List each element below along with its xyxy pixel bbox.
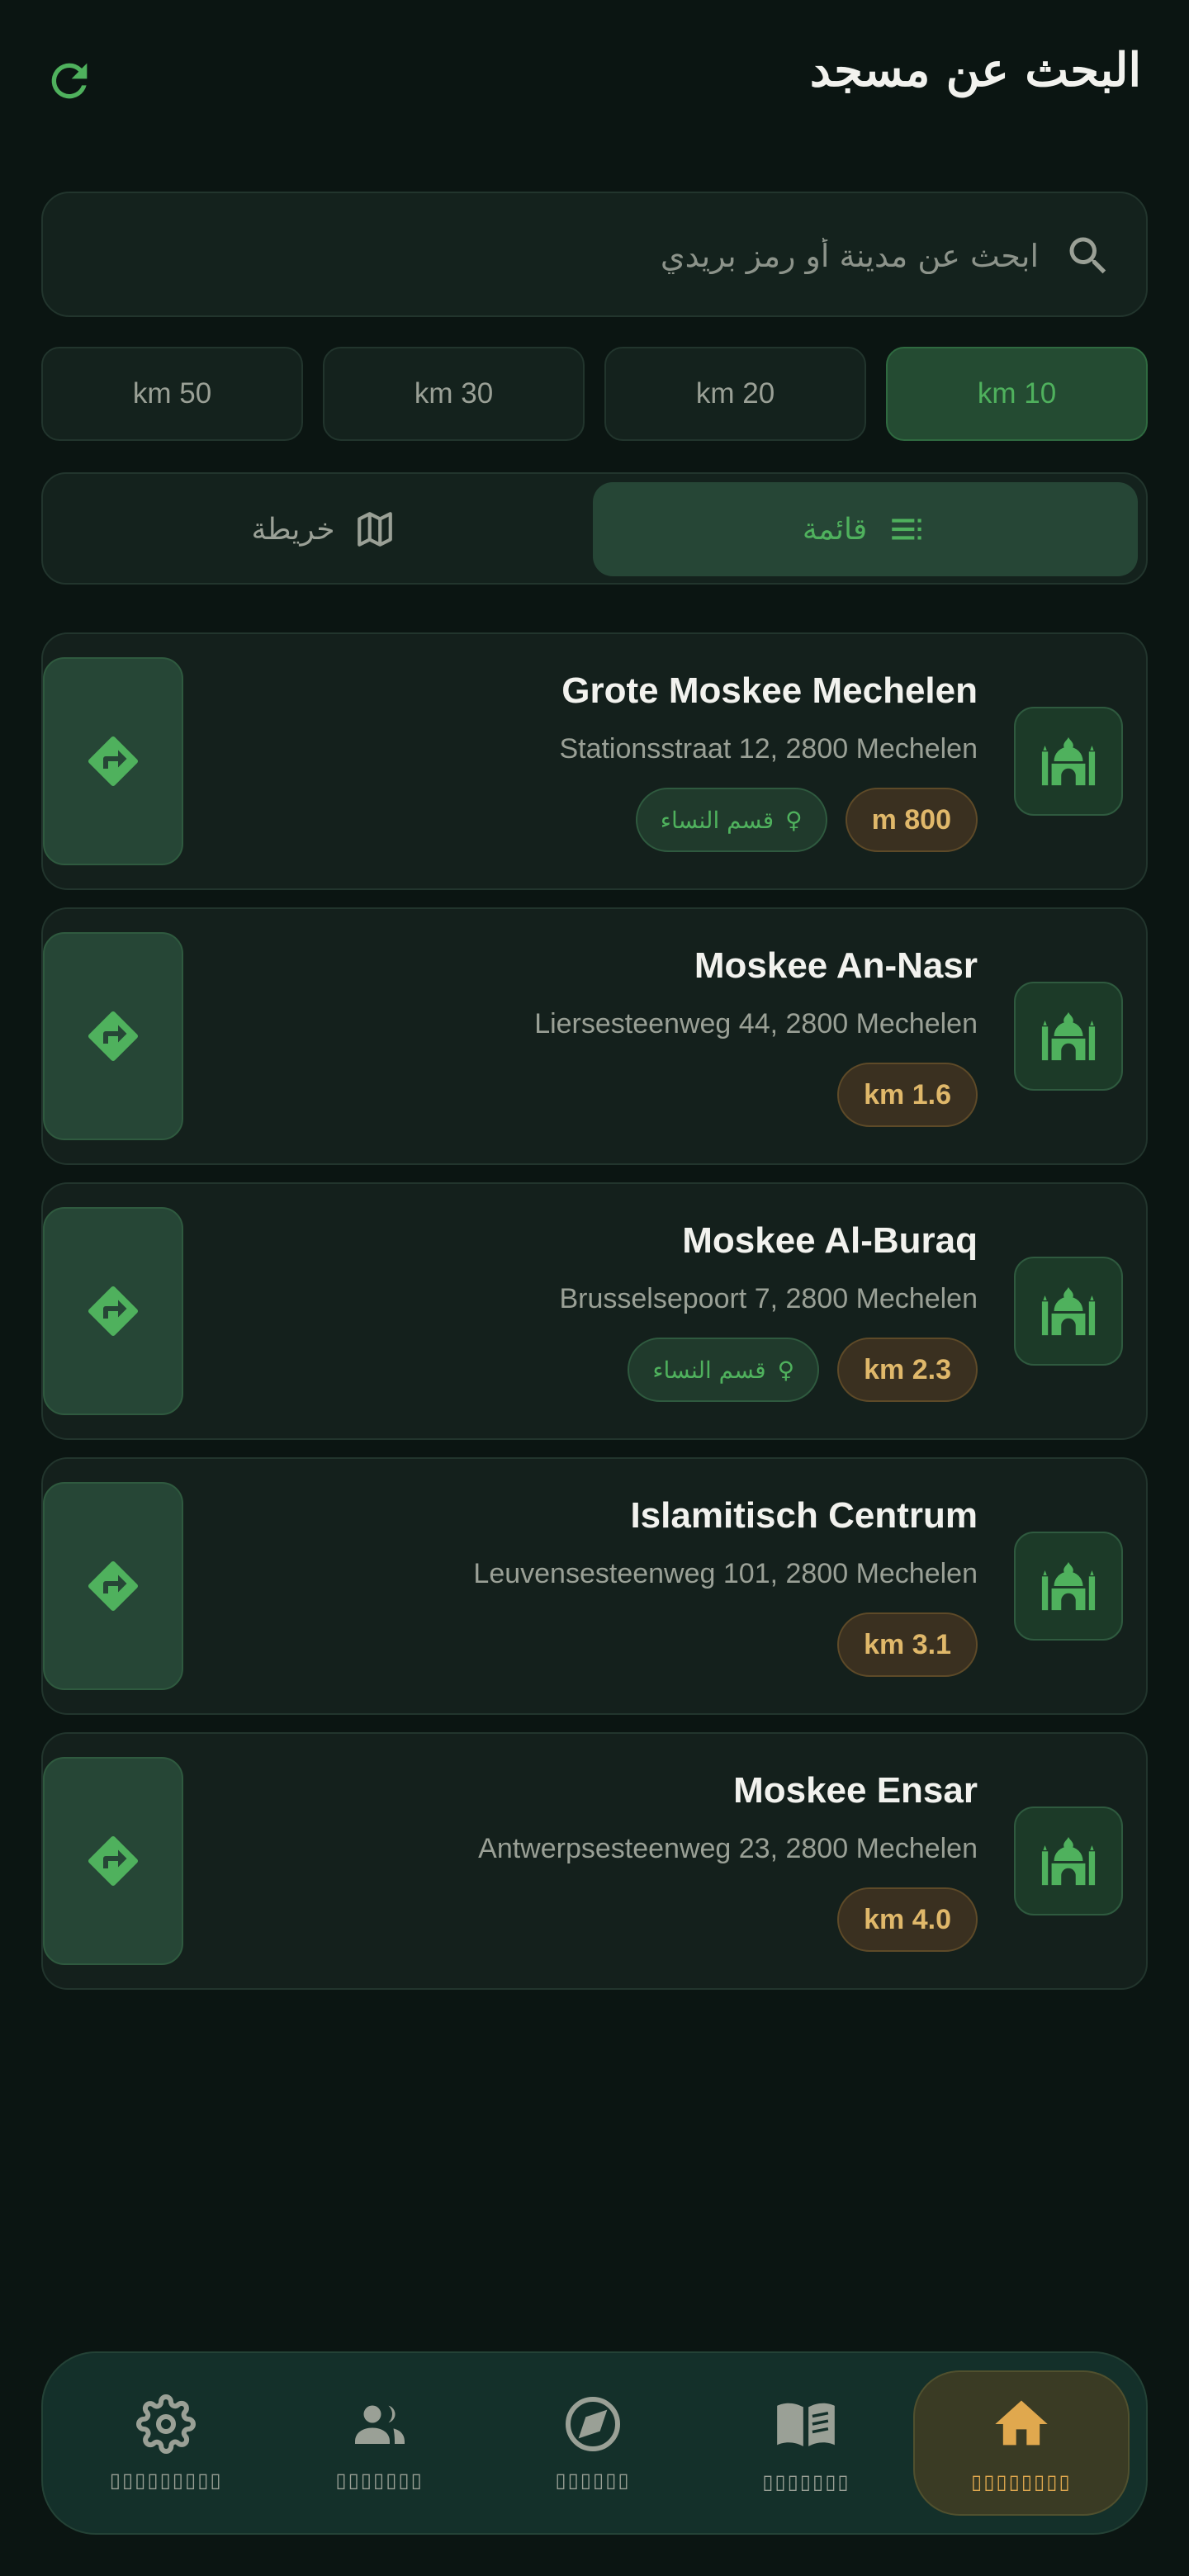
mosque-name: Moskee An-Nasr (694, 945, 978, 986)
mosque-address: Stationsstraat 12, 2800 Mechelen (559, 733, 978, 765)
nav-qibla[interactable]: ▯▯▯▯▯▯ (486, 2370, 699, 2516)
radius-filter: km 50 km 30 km 20 km 10 (41, 347, 1148, 441)
mosque-badges: قسم النساء ♀ m 800 (635, 788, 978, 852)
list-view-button[interactable]: قائمة (593, 482, 1138, 576)
directions-icon (88, 1011, 139, 1062)
people-icon (354, 2405, 405, 2444)
nav-home[interactable]: ▯▯▯▯▯▯▯▯ (912, 2370, 1130, 2516)
page-title: البحث عن مسجد (809, 43, 1141, 97)
mosque-address: Antwerpsesteenweg 23, 2800 Mechelen (478, 1833, 978, 1864)
women-section-badge: قسم النساء ♀ (635, 788, 827, 852)
map-view-button[interactable]: خريطة (51, 482, 596, 576)
directions-button[interactable] (43, 1207, 183, 1415)
directions-button[interactable] (43, 1757, 183, 1965)
distance-badge: km 4.0 (837, 1887, 978, 1952)
mosque-name: Islamitisch Centrum (630, 1495, 978, 1536)
nav-settings[interactable]: ▯▯▯▯▯▯▯▯▯ (59, 2370, 272, 2516)
mosque-card[interactable]: Moskee An-Nasr Liersesteenweg 44, 2800 M… (41, 907, 1148, 1165)
home-icon (995, 2400, 1048, 2446)
radius-30km-button[interactable]: km 30 (323, 347, 585, 441)
refresh-icon (51, 63, 88, 99)
mosque-icon-box (1014, 1257, 1123, 1366)
mosque-name: Grote Moskee Mechelen (561, 670, 978, 711)
directions-button[interactable] (43, 1482, 183, 1690)
women-section-label: قسم النساء (660, 806, 775, 834)
distance-badge: km 1.6 (837, 1063, 978, 1127)
nav-home-label: ▯▯▯▯▯▯▯▯ (971, 2470, 1072, 2493)
radius-50km-button[interactable]: km 50 (41, 347, 303, 441)
directions-button[interactable] (43, 657, 183, 865)
female-icon: ♀ (785, 806, 803, 834)
distance-badge: m 800 (845, 788, 978, 852)
search-icon[interactable] (1063, 231, 1113, 281)
mosque-icon (1041, 1011, 1096, 1061)
gear-icon (136, 2394, 197, 2454)
mosque-icon (1041, 1561, 1096, 1611)
mosque-badges: قسم النساء ♀ km 2.3 (628, 1338, 978, 1402)
mosque-badges: km 3.1 (837, 1612, 978, 1677)
mosque-icon-box (1014, 1807, 1123, 1915)
map-icon (358, 512, 393, 547)
mosque-card[interactable]: Islamitisch Centrum Leuvensesteenweg 101… (41, 1457, 1148, 1715)
distance-badge: km 3.1 (837, 1612, 978, 1677)
nav-community-label: ▯▯▯▯▯▯▯ (335, 2469, 424, 2492)
distance-badge: km 2.3 (837, 1338, 978, 1402)
directions-icon (88, 736, 139, 787)
mosque-name: Moskee Al-Buraq (682, 1220, 978, 1261)
directions-icon (88, 1560, 139, 1612)
mosque-card[interactable]: Moskee Al-Buraq Brusselsepoort 7, 2800 M… (41, 1182, 1148, 1440)
nav-qibla-label: ▯▯▯▯▯▯ (555, 2469, 631, 2492)
mosque-icon-box (1014, 707, 1123, 816)
nav-quran-label: ▯▯▯▯▯▯▯ (762, 2470, 850, 2493)
book-icon (777, 2403, 836, 2446)
directions-icon (88, 1835, 139, 1887)
mosque-name: Moskee Ensar (733, 1770, 978, 1811)
nav-quran[interactable]: ▯▯▯▯▯▯▯ (699, 2370, 912, 2516)
compass-icon (566, 2397, 621, 2451)
mosque-icon (1041, 736, 1096, 786)
female-icon: ♀ (777, 1356, 795, 1384)
mosque-card[interactable]: Moskee Ensar Antwerpsesteenweg 23, 2800 … (41, 1732, 1148, 1990)
list-view-label: قائمة (802, 512, 868, 547)
search-box (41, 192, 1148, 317)
mosque-icon (1041, 1836, 1096, 1886)
map-view-label: خريطة (251, 512, 335, 547)
mosque-list: Grote Moskee Mechelen Stationsstraat 12,… (41, 632, 1148, 2007)
radius-20km-button[interactable]: km 20 (604, 347, 866, 441)
header: البحث عن مسجد (0, 0, 1189, 157)
view-toggle: خريطة قائمة (41, 472, 1148, 585)
nav-settings-label: ▯▯▯▯▯▯▯▯▯ (109, 2469, 223, 2492)
women-section-badge: قسم النساء ♀ (628, 1338, 820, 1402)
radius-10km-button[interactable]: km 10 (886, 347, 1148, 441)
list-icon (892, 519, 921, 540)
mosque-icon-box (1014, 982, 1123, 1091)
mosque-address: Brusselsepoort 7, 2800 Mechelen (559, 1283, 978, 1314)
nav-community[interactable]: ▯▯▯▯▯▯▯ (272, 2370, 486, 2516)
mosque-card[interactable]: Grote Moskee Mechelen Stationsstraat 12,… (41, 632, 1148, 890)
mosque-icon (1041, 1286, 1096, 1336)
mosque-address: Liersesteenweg 44, 2800 Mechelen (534, 1008, 978, 1039)
mosque-icon-box (1014, 1532, 1123, 1641)
women-section-label: قسم النساء (652, 1356, 766, 1384)
refresh-button[interactable] (41, 53, 97, 109)
search-input[interactable] (76, 218, 1039, 294)
mosque-badges: km 1.6 (837, 1063, 978, 1127)
directions-icon (88, 1286, 139, 1337)
mosque-badges: km 4.0 (837, 1887, 978, 1952)
mosque-address: Leuvensesteenweg 101, 2800 Mechelen (473, 1558, 978, 1589)
bottom-nav: ▯▯▯▯▯▯▯▯▯ ▯▯▯▯▯▯▯ ▯▯▯▯▯▯ ▯▯▯▯▯▯▯ ▯▯▯▯▯▯▯… (41, 2351, 1148, 2535)
directions-button[interactable] (43, 932, 183, 1140)
